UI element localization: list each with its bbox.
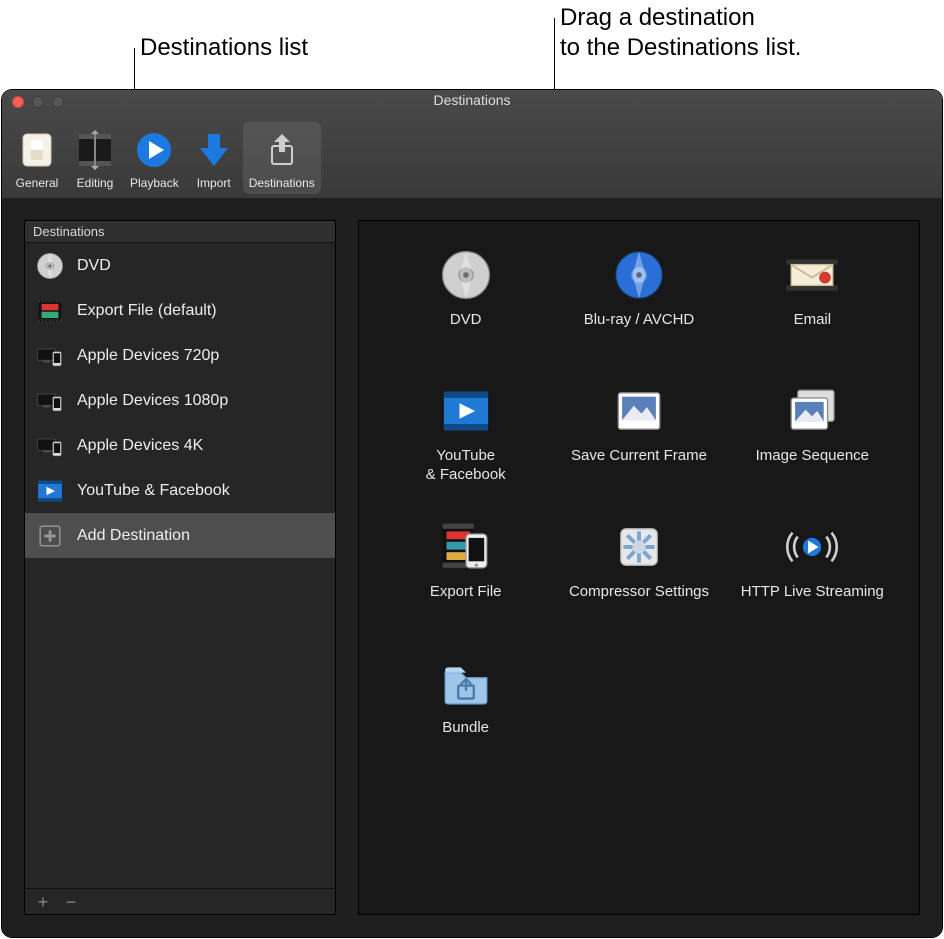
palette-item-image-sequence[interactable]: Image Sequence: [726, 377, 899, 513]
film-device-icon: [438, 519, 494, 575]
add-button[interactable]: +: [35, 893, 51, 911]
sidebar-item-label: Add Destination: [77, 527, 190, 545]
palette-item-label: Email: [794, 311, 832, 330]
palette-item-label: HTTP Live Streaming: [741, 583, 884, 602]
palette-item-save-frame[interactable]: Save Current Frame: [552, 377, 725, 513]
toolbar: General Editing Playback Import Destinat: [2, 112, 942, 198]
palette-item-dvd[interactable]: DVD: [379, 241, 552, 377]
palette-item-label: Image Sequence: [756, 447, 869, 466]
sidebar-item-export-file[interactable]: Export File (default): [25, 288, 335, 333]
tab-import[interactable]: Import: [185, 122, 243, 194]
palette-item-label: YouTube & Facebook: [426, 447, 506, 485]
palette-item-label: Blu-ray / AVCHD: [584, 311, 695, 330]
palette-item-label: DVD: [450, 311, 482, 330]
destination-palette: DVD Blu-ray / AVCHD Email YouTube & Face…: [358, 220, 920, 915]
switch-icon: [17, 130, 57, 170]
tab-general[interactable]: General: [8, 122, 66, 194]
palette-item-bluray[interactable]: Blu-ray / AVCHD: [552, 241, 725, 377]
palette-item-label: Export File: [430, 583, 502, 602]
devices-icon: [35, 431, 65, 461]
sidebar-item-label: Apple Devices 1080p: [77, 392, 228, 410]
destinations-list-footer: + −: [25, 888, 335, 914]
photo-stack-icon: [784, 383, 840, 439]
palette-item-http-streaming[interactable]: HTTP Live Streaming: [726, 513, 899, 649]
titlebar: Destinations: [2, 90, 942, 112]
sidebar-item-label: DVD: [77, 257, 111, 275]
destinations-list-body: DVD Export File (default) Apple Devices …: [25, 243, 335, 888]
dvd-icon: [438, 247, 494, 303]
sidebar-item-apple-4k[interactable]: Apple Devices 4K: [25, 423, 335, 468]
remove-button[interactable]: −: [63, 893, 79, 911]
palette-item-label: Save Current Frame: [571, 447, 707, 466]
filmstrip-icon: [35, 296, 65, 326]
content: Destinations DVD Export File (default) A…: [2, 198, 942, 937]
bluray-icon: [611, 247, 667, 303]
sidebar-item-label: YouTube & Facebook: [77, 482, 230, 500]
arrow-down-icon: [194, 130, 234, 170]
dvd-icon: [35, 251, 65, 281]
sidebar-item-apple-720p[interactable]: Apple Devices 720p: [25, 333, 335, 378]
photo-icon: [611, 383, 667, 439]
tab-label: General: [16, 176, 59, 190]
tab-editing[interactable]: Editing: [66, 122, 124, 194]
palette-item-bundle[interactable]: Bundle: [379, 649, 552, 785]
sidebar-item-add-destination[interactable]: Add Destination: [25, 513, 335, 558]
palette-item-label: Bundle: [442, 719, 489, 738]
tab-label: Import: [197, 176, 231, 190]
sidebar-item-apple-1080p[interactable]: Apple Devices 1080p: [25, 378, 335, 423]
compressor-icon: [611, 519, 667, 575]
palette-item-email[interactable]: Email: [726, 241, 899, 377]
callout-right-line2: to the Destinations list.: [560, 34, 801, 62]
share-icon: [262, 130, 302, 170]
tab-destinations[interactable]: Destinations: [243, 122, 321, 194]
palette-item-label: Compressor Settings: [569, 583, 709, 602]
sidebar-item-label: Apple Devices 720p: [77, 347, 219, 365]
sidebar-item-dvd[interactable]: DVD: [25, 243, 335, 288]
tab-label: Destinations: [249, 176, 315, 190]
email-icon: [784, 247, 840, 303]
sidebar-item-label: Export File (default): [77, 302, 217, 320]
destinations-list: Destinations DVD Export File (default) A…: [24, 220, 336, 915]
video-play-icon: [438, 383, 494, 439]
destinations-list-header: Destinations: [25, 221, 335, 243]
palette-item-export-file[interactable]: Export File: [379, 513, 552, 649]
sidebar-item-youtube-facebook[interactable]: YouTube & Facebook: [25, 468, 335, 513]
devices-icon: [35, 341, 65, 371]
devices-icon: [35, 386, 65, 416]
plus-box-icon: [35, 521, 65, 551]
preferences-window: Destinations General Editing Playback: [2, 90, 942, 937]
callout-right-line1: Drag a destination: [560, 4, 755, 32]
callout-left: Destinations list: [140, 34, 308, 62]
play-circle-icon: [134, 130, 174, 170]
sidebar-item-label: Apple Devices 4K: [77, 437, 203, 455]
filmstrip-icon: [75, 130, 115, 170]
tab-label: Editing: [77, 176, 114, 190]
palette-item-compressor[interactable]: Compressor Settings: [552, 513, 725, 649]
tab-label: Playback: [130, 176, 179, 190]
tab-playback[interactable]: Playback: [124, 122, 185, 194]
video-play-icon: [35, 476, 65, 506]
folder-icon: [438, 655, 494, 711]
window-title: Destinations: [2, 92, 942, 108]
streaming-icon: [784, 519, 840, 575]
palette-item-youtube-facebook[interactable]: YouTube & Facebook: [379, 377, 552, 513]
